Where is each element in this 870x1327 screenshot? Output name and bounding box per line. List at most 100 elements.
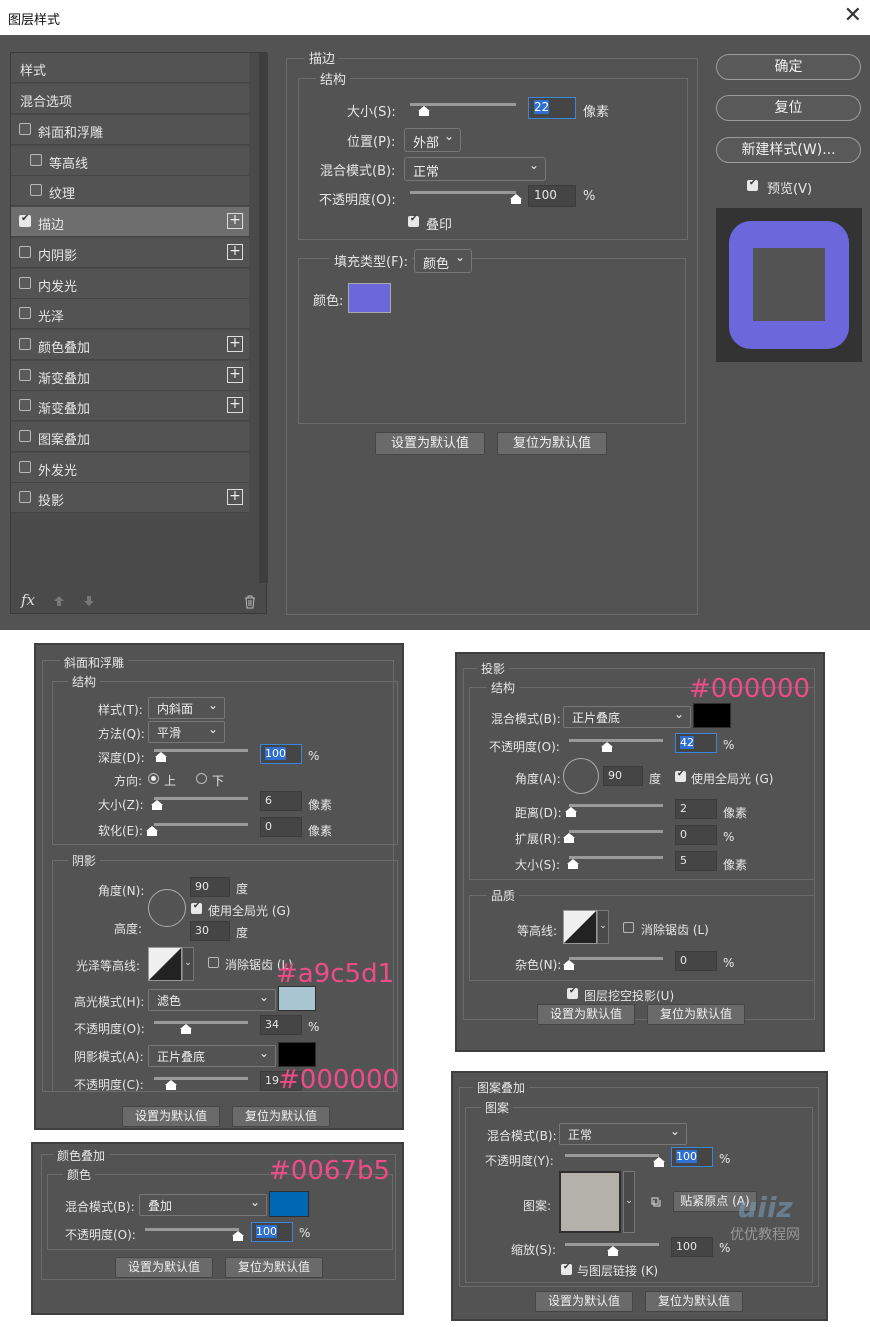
ds-size-slider[interactable] <box>569 856 663 859</box>
highlight-color-swatch[interactable] <box>278 986 316 1011</box>
ds-angle-dial[interactable] <box>563 758 599 794</box>
ds-make-default-button[interactable]: 设置为默认值 <box>537 1004 635 1025</box>
add-style-icon[interactable]: + <box>227 489 243 506</box>
ds-noise-input[interactable]: 0 <box>675 951 717 971</box>
overlay-reset-default-button[interactable]: 复位为默认值 <box>225 1257 323 1278</box>
overprint-checkbox[interactable] <box>408 214 419 227</box>
highlight-opacity-input[interactable]: 34 <box>260 1015 302 1035</box>
add-style-icon[interactable]: + <box>227 213 243 230</box>
bevel-altitude-input[interactable]: 30 <box>190 921 230 941</box>
po-scale-thumb[interactable] <box>607 1246 619 1257</box>
ds-spread-slider[interactable] <box>569 830 663 833</box>
bevel-angle-dial[interactable] <box>148 889 186 927</box>
stroke-size-thumb[interactable] <box>418 106 430 117</box>
overlay-make-default-button[interactable]: 设置为默认值 <box>115 1257 213 1278</box>
ds-blend-select[interactable]: 正片叠底 <box>563 706 691 728</box>
bevel-depth-input[interactable]: 100 <box>260 744 302 764</box>
knockout-checkbox[interactable] <box>567 986 578 999</box>
ds-distance-input[interactable]: 2 <box>675 799 717 819</box>
ds-size-thumb[interactable] <box>567 859 579 870</box>
stroke-opacity-input[interactable]: 100 <box>528 185 576 207</box>
reset-button[interactable]: 复位 <box>716 95 861 121</box>
ds-spread-thumb[interactable] <box>563 833 575 844</box>
overlay-blend-select[interactable]: 叠加 <box>139 1194 267 1216</box>
style-item-12[interactable]: 外发光 <box>11 452 249 483</box>
style-item-1[interactable]: 斜面和浮雕 <box>11 115 249 145</box>
highlight-opacity-thumb[interactable] <box>180 1024 192 1035</box>
styles-header[interactable]: 样式 <box>11 53 249 83</box>
move-up-icon[interactable] <box>53 595 65 607</box>
bevel-depth-thumb[interactable] <box>155 752 167 763</box>
shadow-opacity-thumb[interactable] <box>165 1080 177 1091</box>
po-opacity-thumb[interactable] <box>653 1157 665 1168</box>
style-item-checkbox[interactable] <box>19 491 31 504</box>
fx-icon[interactable]: fx <box>21 591 35 609</box>
styles-list-scrollbar[interactable] <box>259 53 268 583</box>
style-item-11[interactable]: 图案叠加 <box>11 422 249 452</box>
new-style-button[interactable]: 新建样式(W)... <box>716 137 861 163</box>
preview-checkbox[interactable] <box>747 178 758 191</box>
move-down-icon[interactable] <box>83 595 95 607</box>
trash-icon[interactable] <box>244 595 256 609</box>
overlay-opacity-thumb[interactable] <box>232 1231 244 1242</box>
link-with-layer-checkbox[interactable] <box>561 1262 572 1275</box>
style-item-checkbox[interactable] <box>30 153 42 166</box>
style-item-5[interactable]: 内阴影 + <box>11 237 249 268</box>
add-style-icon[interactable]: + <box>227 335 243 352</box>
style-item-checkbox[interactable] <box>19 399 31 412</box>
new-preset-icon[interactable] <box>651 1197 661 1207</box>
direction-down-radio[interactable] <box>196 773 207 784</box>
bevel-soften-input[interactable]: 0 <box>260 817 302 837</box>
highlight-mode-select[interactable]: 滤色 <box>148 989 276 1011</box>
fill-type-select[interactable]: 颜色 <box>414 249 472 273</box>
shadow-color-swatch[interactable] <box>278 1042 316 1067</box>
po-make-default-button[interactable]: 设置为默认值 <box>535 1291 633 1312</box>
style-item-8[interactable]: 颜色叠加 + <box>11 329 249 360</box>
style-item-checkbox[interactable] <box>19 245 31 258</box>
ds-noise-thumb[interactable] <box>563 960 575 971</box>
pattern-dropdown[interactable]: ⌄ <box>623 1171 635 1233</box>
bevel-size-thumb[interactable] <box>151 800 163 811</box>
bevel-size-input[interactable]: 6 <box>260 791 302 811</box>
close-icon[interactable]: ✕ <box>844 3 862 28</box>
style-item-checkbox[interactable] <box>19 276 31 289</box>
gloss-contour-dropdown[interactable]: ⌄ <box>182 947 194 981</box>
add-style-icon[interactable]: + <box>227 397 243 414</box>
overlay-opacity-input[interactable]: 100 <box>251 1222 293 1242</box>
stroke-blend-select[interactable]: 正常 <box>404 157 546 181</box>
ds-distance-thumb[interactable] <box>565 807 577 818</box>
ds-reset-default-button[interactable]: 复位为默认值 <box>647 1004 745 1025</box>
bevel-soften-slider[interactable] <box>154 823 248 826</box>
bevel-make-default-button[interactable]: 设置为默认值 <box>122 1106 220 1127</box>
style-item-6[interactable]: 内发光 <box>11 268 249 299</box>
ds-contour-dropdown[interactable]: ⌄ <box>597 910 609 944</box>
style-item-checkbox[interactable] <box>19 368 31 381</box>
bevel-style-select[interactable]: 内斜面 <box>148 697 225 719</box>
bevel-technique-select[interactable]: 平滑 <box>148 721 225 743</box>
highlight-opacity-slider[interactable] <box>154 1021 248 1024</box>
stroke-make-default-button[interactable]: 设置为默认值 <box>375 432 485 455</box>
po-opacity-input[interactable]: 100 <box>671 1147 713 1167</box>
stroke-size-input[interactable]: 22 <box>528 97 576 119</box>
style-item-checkbox[interactable] <box>19 307 31 320</box>
add-style-icon[interactable]: + <box>227 243 243 260</box>
style-item-3[interactable]: 纹理 <box>11 176 249 207</box>
po-scale-input[interactable]: 100 <box>671 1237 713 1257</box>
ds-opacity-thumb[interactable] <box>601 742 613 753</box>
bevel-anti-alias-checkbox[interactable] <box>208 957 219 968</box>
style-item-checkbox[interactable] <box>19 213 31 228</box>
ds-color-swatch[interactable] <box>693 703 731 728</box>
direction-up-radio[interactable] <box>148 773 159 784</box>
bevel-reset-default-button[interactable]: 复位为默认值 <box>232 1106 330 1127</box>
gloss-contour-picker[interactable] <box>148 947 182 981</box>
ok-button[interactable]: 确定 <box>716 54 861 80</box>
style-item-checkbox[interactable] <box>30 184 42 197</box>
style-item-4[interactable]: 描边 + <box>11 207 249 238</box>
style-item-checkbox[interactable] <box>19 430 31 442</box>
overlay-opacity-slider[interactable] <box>145 1228 239 1231</box>
style-item-checkbox[interactable] <box>19 337 31 350</box>
stroke-reset-default-button[interactable]: 复位为默认值 <box>497 432 607 455</box>
ds-noise-slider[interactable] <box>569 957 663 960</box>
bevel-angle-input[interactable]: 90 <box>190 877 230 897</box>
style-item-13[interactable]: 投影 + <box>11 483 249 514</box>
